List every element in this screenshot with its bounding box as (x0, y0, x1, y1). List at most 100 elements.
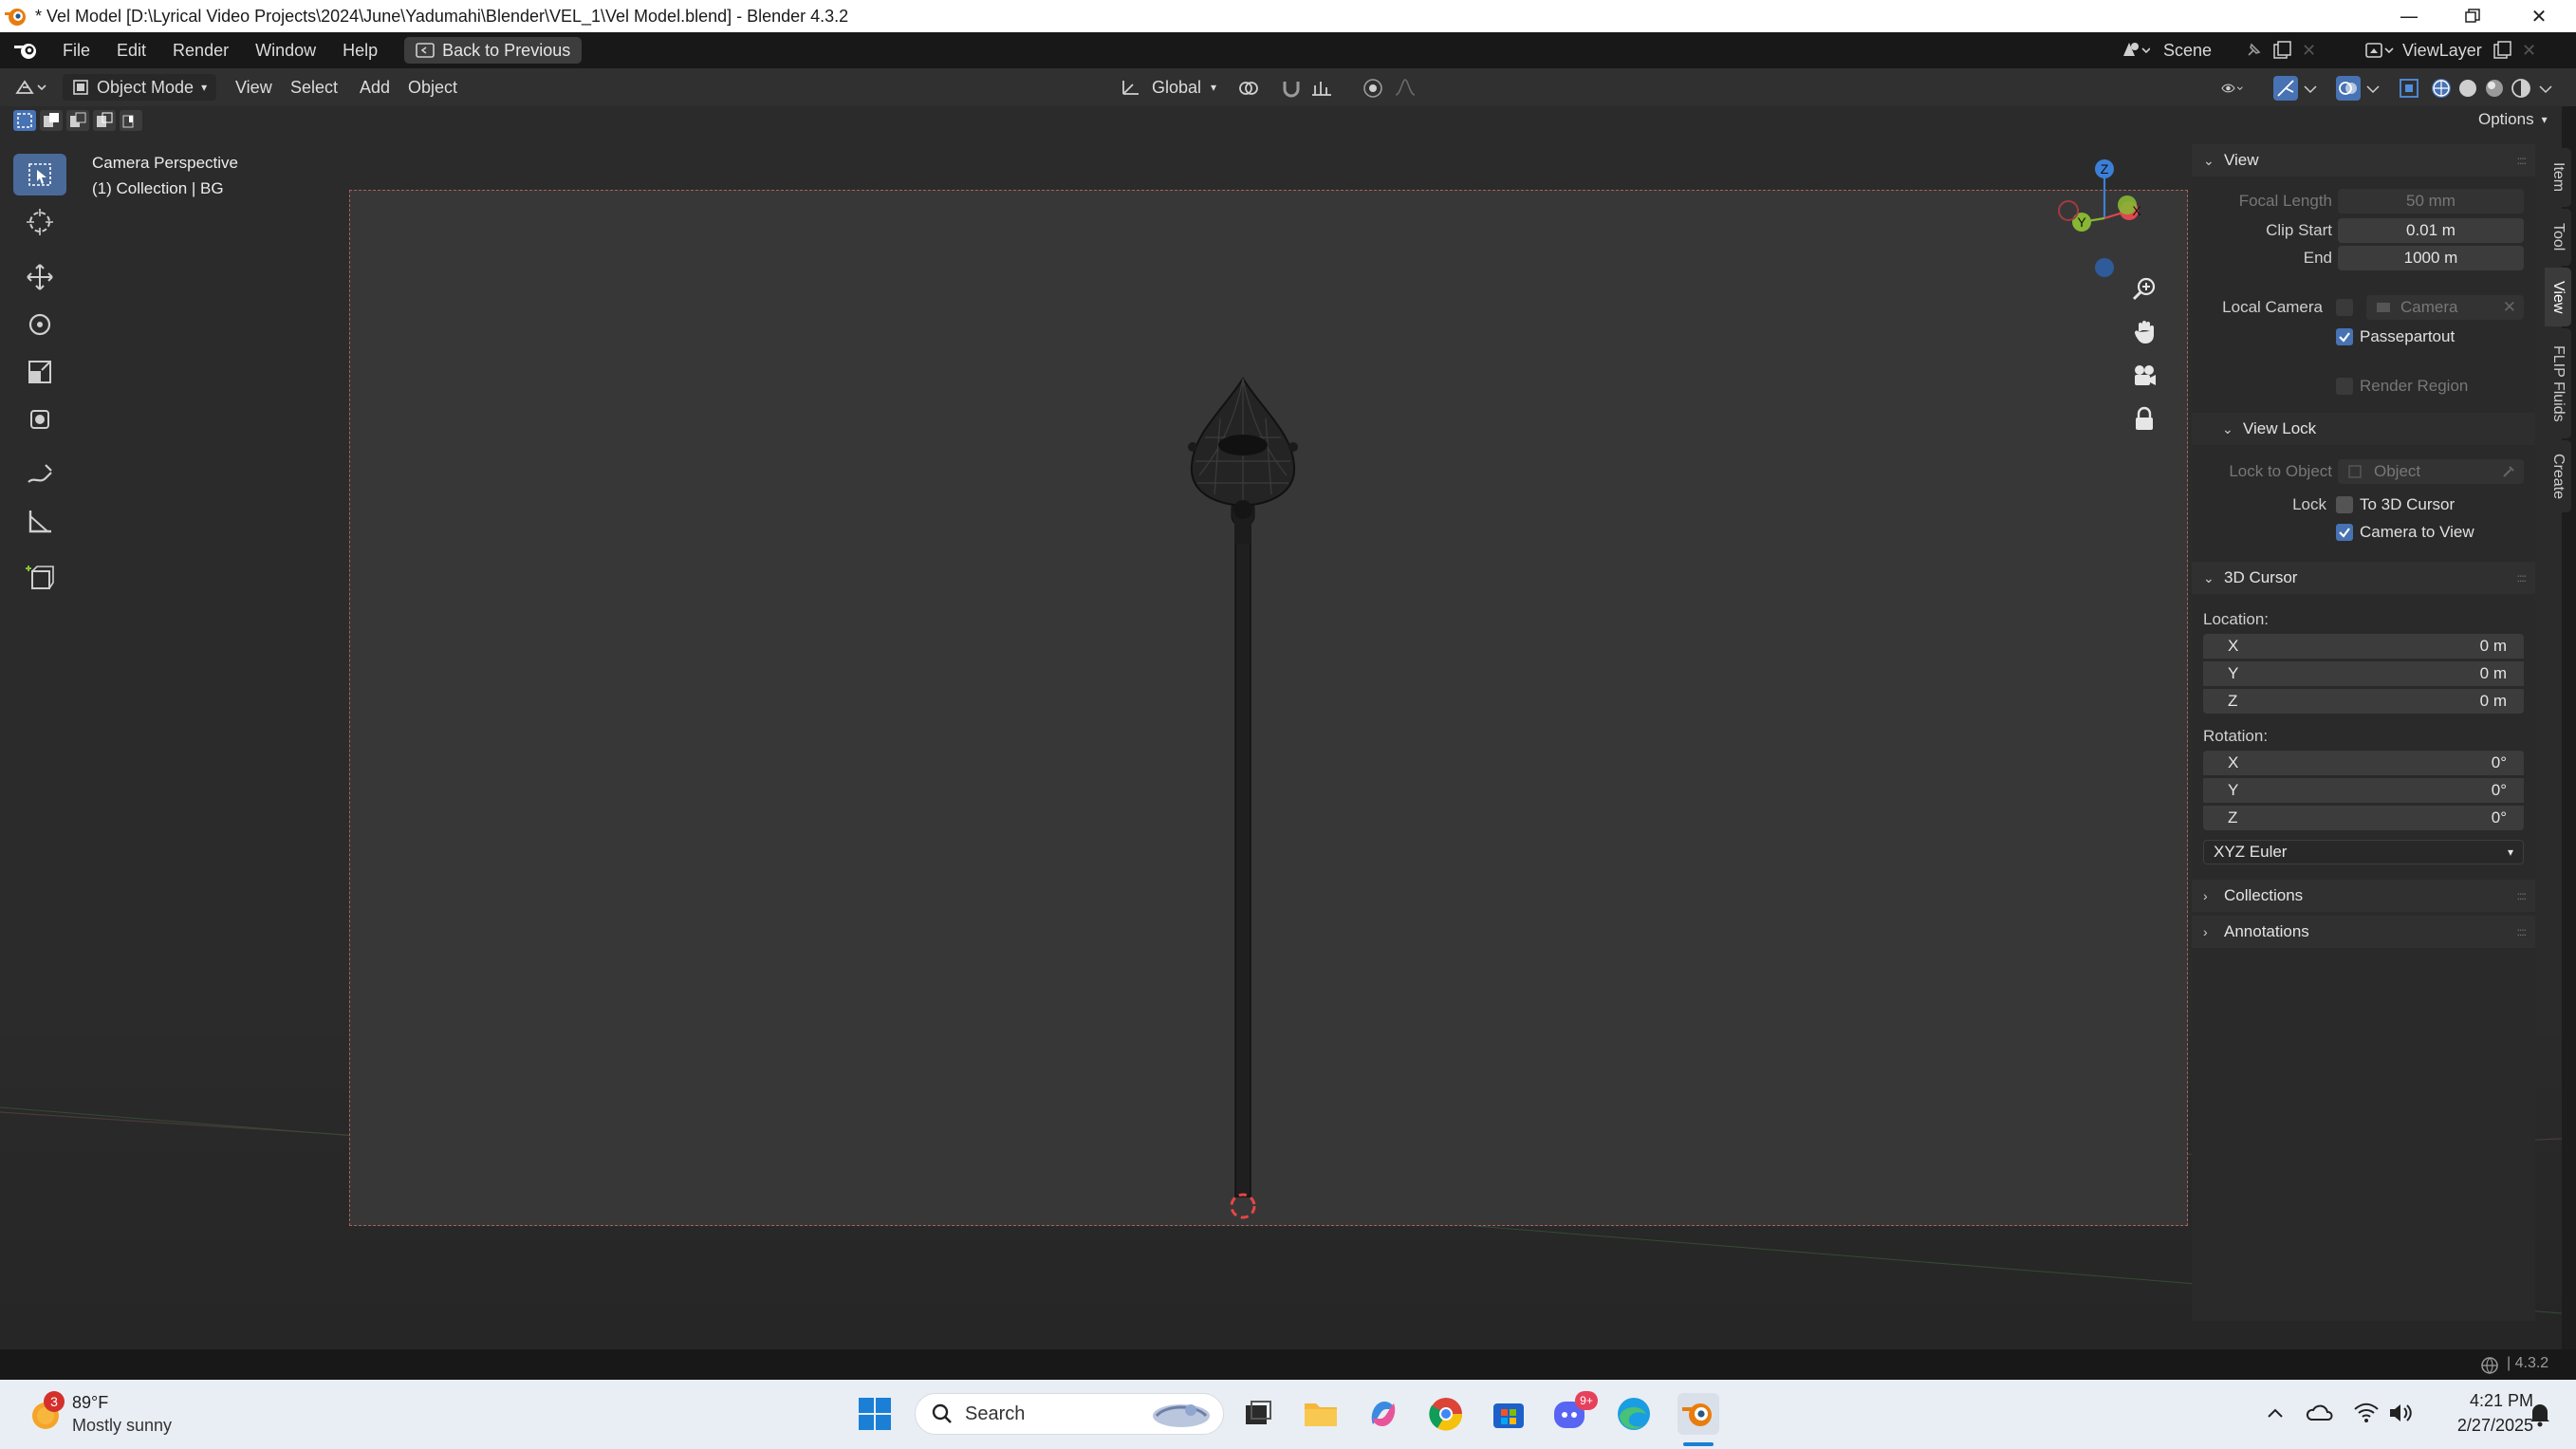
menu-window[interactable]: Window (242, 32, 329, 68)
falloff-icon[interactable] (1393, 76, 1418, 101)
minimize-icon[interactable]: — (2380, 0, 2438, 32)
delete-view-layer-icon[interactable]: ✕ (2522, 41, 2536, 61)
local-camera-checkbox[interactable] (2336, 299, 2353, 316)
blender-menu-icon[interactable] (13, 39, 40, 62)
move-tool[interactable] (13, 256, 66, 298)
drag-grip-icon[interactable]: :::: (2517, 154, 2527, 167)
new-scene-icon[interactable] (2271, 40, 2294, 61)
3d-viewport[interactable]: Options ▾ Camera Perspective (1) Collect… (0, 106, 2562, 1349)
add-cube-tool[interactable] (13, 556, 66, 598)
tab-item[interactable]: Item (2545, 148, 2571, 207)
local-camera-field[interactable]: Camera ✕ (2366, 295, 2524, 320)
menu-view[interactable]: View (235, 74, 272, 101)
file-explorer-button[interactable] (1300, 1393, 1342, 1435)
chevron-down-icon[interactable] (2537, 76, 2554, 101)
overlays-icon[interactable] (2336, 76, 2361, 101)
menu-render[interactable]: Render (159, 32, 242, 68)
pivot-point-icon[interactable] (1235, 76, 1260, 101)
camera-to-view-checkbox[interactable] (2336, 524, 2353, 541)
lock-to-object-field[interactable]: Object (2338, 459, 2524, 484)
wireframe-shading-icon[interactable] (2429, 76, 2454, 101)
cursor-rotation-y[interactable]: Y 0° (2203, 778, 2524, 803)
new-view-layer-icon[interactable] (2492, 40, 2514, 61)
task-view-button[interactable] (1237, 1393, 1279, 1435)
tab-view[interactable]: View (2545, 268, 2571, 326)
drag-grip-icon[interactable]: :::: (2517, 889, 2527, 902)
menu-file[interactable]: File (49, 32, 103, 68)
passepartout-checkbox[interactable] (2336, 328, 2353, 345)
select-box-tool[interactable] (13, 154, 66, 195)
tab-create[interactable]: Create (2545, 440, 2571, 512)
cursor-location-x[interactable]: X 0 m (2203, 634, 2524, 659)
clip-start-field[interactable]: 0.01 m (2338, 218, 2524, 243)
drag-grip-icon[interactable]: :::: (2517, 925, 2527, 938)
start-button[interactable] (854, 1393, 896, 1435)
volume-icon[interactable] (2387, 1401, 2416, 1425)
object-mode-dropdown[interactable]: Object Mode ▾ (63, 74, 217, 101)
tab-flip-fluids[interactable]: FLIP Fluids (2545, 328, 2571, 438)
discord-button[interactable]: 9+ (1550, 1391, 1598, 1435)
menu-edit[interactable]: Edit (103, 32, 159, 68)
cursor-location-y[interactable]: Y 0 m (2203, 661, 2524, 686)
view-panel-header[interactable]: ⌄ View :::: (2192, 144, 2535, 176)
delete-scene-icon[interactable]: ✕ (2302, 41, 2316, 61)
material-preview-icon[interactable] (2482, 76, 2507, 101)
taskbar-search-box[interactable]: Search (915, 1393, 1224, 1435)
render-region-checkbox[interactable] (2336, 378, 2353, 395)
drag-grip-icon[interactable]: :::: (2517, 571, 2527, 585)
view-lock-header[interactable]: ⌄ View Lock (2192, 413, 2535, 445)
chevron-down-icon[interactable] (2364, 76, 2381, 101)
to-3d-cursor-checkbox[interactable] (2336, 496, 2353, 513)
zoom-button[interactable] (2125, 269, 2163, 307)
snap-icon[interactable] (1279, 76, 1304, 101)
menu-object[interactable]: Object (408, 74, 457, 101)
cursor-tool[interactable] (13, 201, 66, 243)
store-button[interactable] (1488, 1393, 1529, 1435)
measure-tool[interactable] (13, 501, 66, 543)
collections-panel-header[interactable]: › Collections :::: (2192, 880, 2535, 912)
camera-view-button[interactable] (2125, 357, 2163, 395)
xray-icon[interactable] (2397, 76, 2421, 101)
onedrive-icon[interactable] (2306, 1401, 2334, 1425)
copilot-button[interactable] (1362, 1393, 1404, 1435)
cursor-location-z[interactable]: Z 0 m (2203, 689, 2524, 714)
clock-time[interactable]: 4:21 PM (2438, 1391, 2533, 1411)
blender-taskbar-button[interactable] (1677, 1393, 1719, 1435)
solid-shading-icon[interactable] (2456, 76, 2480, 101)
cursor-rotation-z[interactable]: Z 0° (2203, 806, 2524, 830)
visibility-icon[interactable] (2220, 76, 2245, 101)
clip-end-field[interactable]: 1000 m (2338, 246, 2524, 270)
menu-select[interactable]: Select (290, 74, 338, 101)
scene-selector[interactable]: Scene ✕ (2118, 36, 2316, 65)
cursor-panel-header[interactable]: ⌄ 3D Cursor :::: (2192, 562, 2535, 594)
gizmo-toggle-icon[interactable] (2273, 76, 2298, 101)
transform-tool[interactable] (13, 399, 66, 440)
annotations-panel-header[interactable]: › Annotations :::: (2192, 916, 2535, 948)
chevron-up-icon[interactable] (2264, 1403, 2287, 1425)
cursor-rotation-x[interactable]: X 0° (2203, 751, 2524, 775)
navigation-gizmo[interactable]: Z X Y (2046, 154, 2159, 277)
pin-icon[interactable] (2243, 40, 2264, 61)
tab-tool[interactable]: Tool (2545, 209, 2571, 266)
clock-date[interactable]: 2/27/2025 (2438, 1416, 2533, 1436)
edge-button[interactable] (1613, 1393, 1655, 1435)
annotate-tool[interactable] (13, 454, 66, 495)
staff-model[interactable] (350, 191, 2189, 1227)
scale-tool[interactable] (13, 351, 66, 393)
eyedropper-icon[interactable] (2501, 464, 2516, 479)
rendered-shading-icon[interactable] (2509, 76, 2533, 101)
menu-add[interactable]: Add (360, 74, 390, 101)
clear-icon[interactable]: ✕ (2503, 298, 2516, 317)
back-to-previous-button[interactable]: Back to Previous (404, 37, 583, 64)
menu-help[interactable]: Help (329, 32, 391, 68)
proportional-editing-icon[interactable] (1361, 76, 1385, 101)
close-icon[interactable]: ✕ (2510, 0, 2568, 32)
transform-orientation-dropdown[interactable]: Global ▾ (1120, 74, 1216, 101)
rotation-mode-dropdown[interactable]: XYZ Euler ▾ (2203, 840, 2524, 864)
editor-type-selector[interactable] (13, 74, 51, 101)
focal-length-field[interactable]: 50 mm (2338, 189, 2524, 214)
snap-target-icon[interactable] (1309, 76, 1334, 101)
chevron-down-icon[interactable] (2302, 76, 2319, 101)
notification-bell-icon[interactable] (2528, 1401, 2552, 1427)
chrome-button[interactable] (1425, 1393, 1467, 1435)
